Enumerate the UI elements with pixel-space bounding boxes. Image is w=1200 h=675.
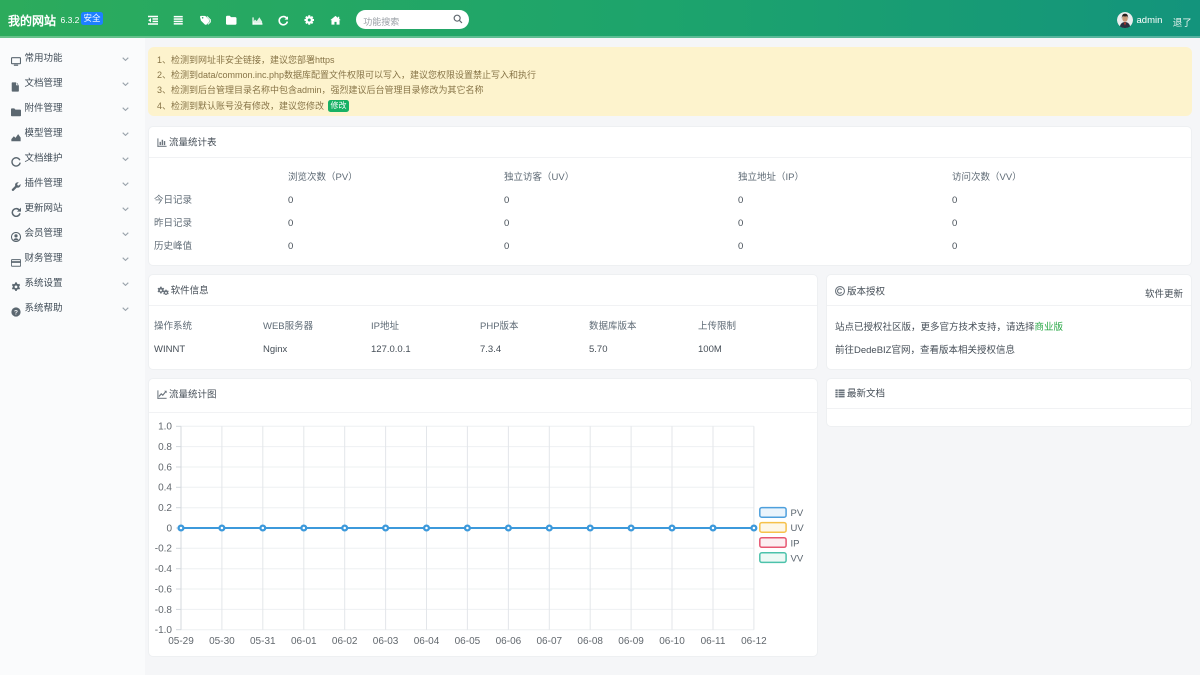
svg-text:PV: PV xyxy=(791,508,804,519)
svg-text:0.2: 0.2 xyxy=(158,503,172,514)
svg-text:05-29: 05-29 xyxy=(168,636,194,647)
svg-text:06-10: 06-10 xyxy=(659,636,685,647)
svg-text:06-12: 06-12 xyxy=(741,636,767,647)
svg-text:1.0: 1.0 xyxy=(158,422,172,433)
svg-text:05-31: 05-31 xyxy=(250,636,276,647)
svg-text:-0.6: -0.6 xyxy=(155,584,173,595)
svg-text:0.6: 0.6 xyxy=(158,462,172,473)
svg-text:IP: IP xyxy=(791,538,800,549)
svg-text:06-01: 06-01 xyxy=(291,636,317,647)
svg-text:06-02: 06-02 xyxy=(332,636,358,647)
svg-text:UV: UV xyxy=(791,523,805,534)
svg-text:06-06: 06-06 xyxy=(496,636,522,647)
svg-text:0.8: 0.8 xyxy=(158,442,172,453)
svg-text:06-09: 06-09 xyxy=(618,636,644,647)
svg-text:06-08: 06-08 xyxy=(577,636,603,647)
svg-text:VV: VV xyxy=(791,553,804,564)
svg-text:0: 0 xyxy=(166,523,172,534)
svg-text:-0.2: -0.2 xyxy=(155,544,173,555)
svg-text:-0.8: -0.8 xyxy=(155,605,173,616)
svg-text:06-04: 06-04 xyxy=(414,636,440,647)
svg-text:-1.0: -1.0 xyxy=(155,625,173,636)
svg-text:06-07: 06-07 xyxy=(537,636,563,647)
svg-text:06-03: 06-03 xyxy=(373,636,399,647)
svg-text:06-05: 06-05 xyxy=(455,636,481,647)
svg-text:05-30: 05-30 xyxy=(209,636,235,647)
svg-text:0.4: 0.4 xyxy=(158,483,172,494)
svg-text:?: ? xyxy=(14,309,18,316)
svg-text:-0.4: -0.4 xyxy=(155,564,173,575)
svg-text:06-11: 06-11 xyxy=(701,636,726,647)
